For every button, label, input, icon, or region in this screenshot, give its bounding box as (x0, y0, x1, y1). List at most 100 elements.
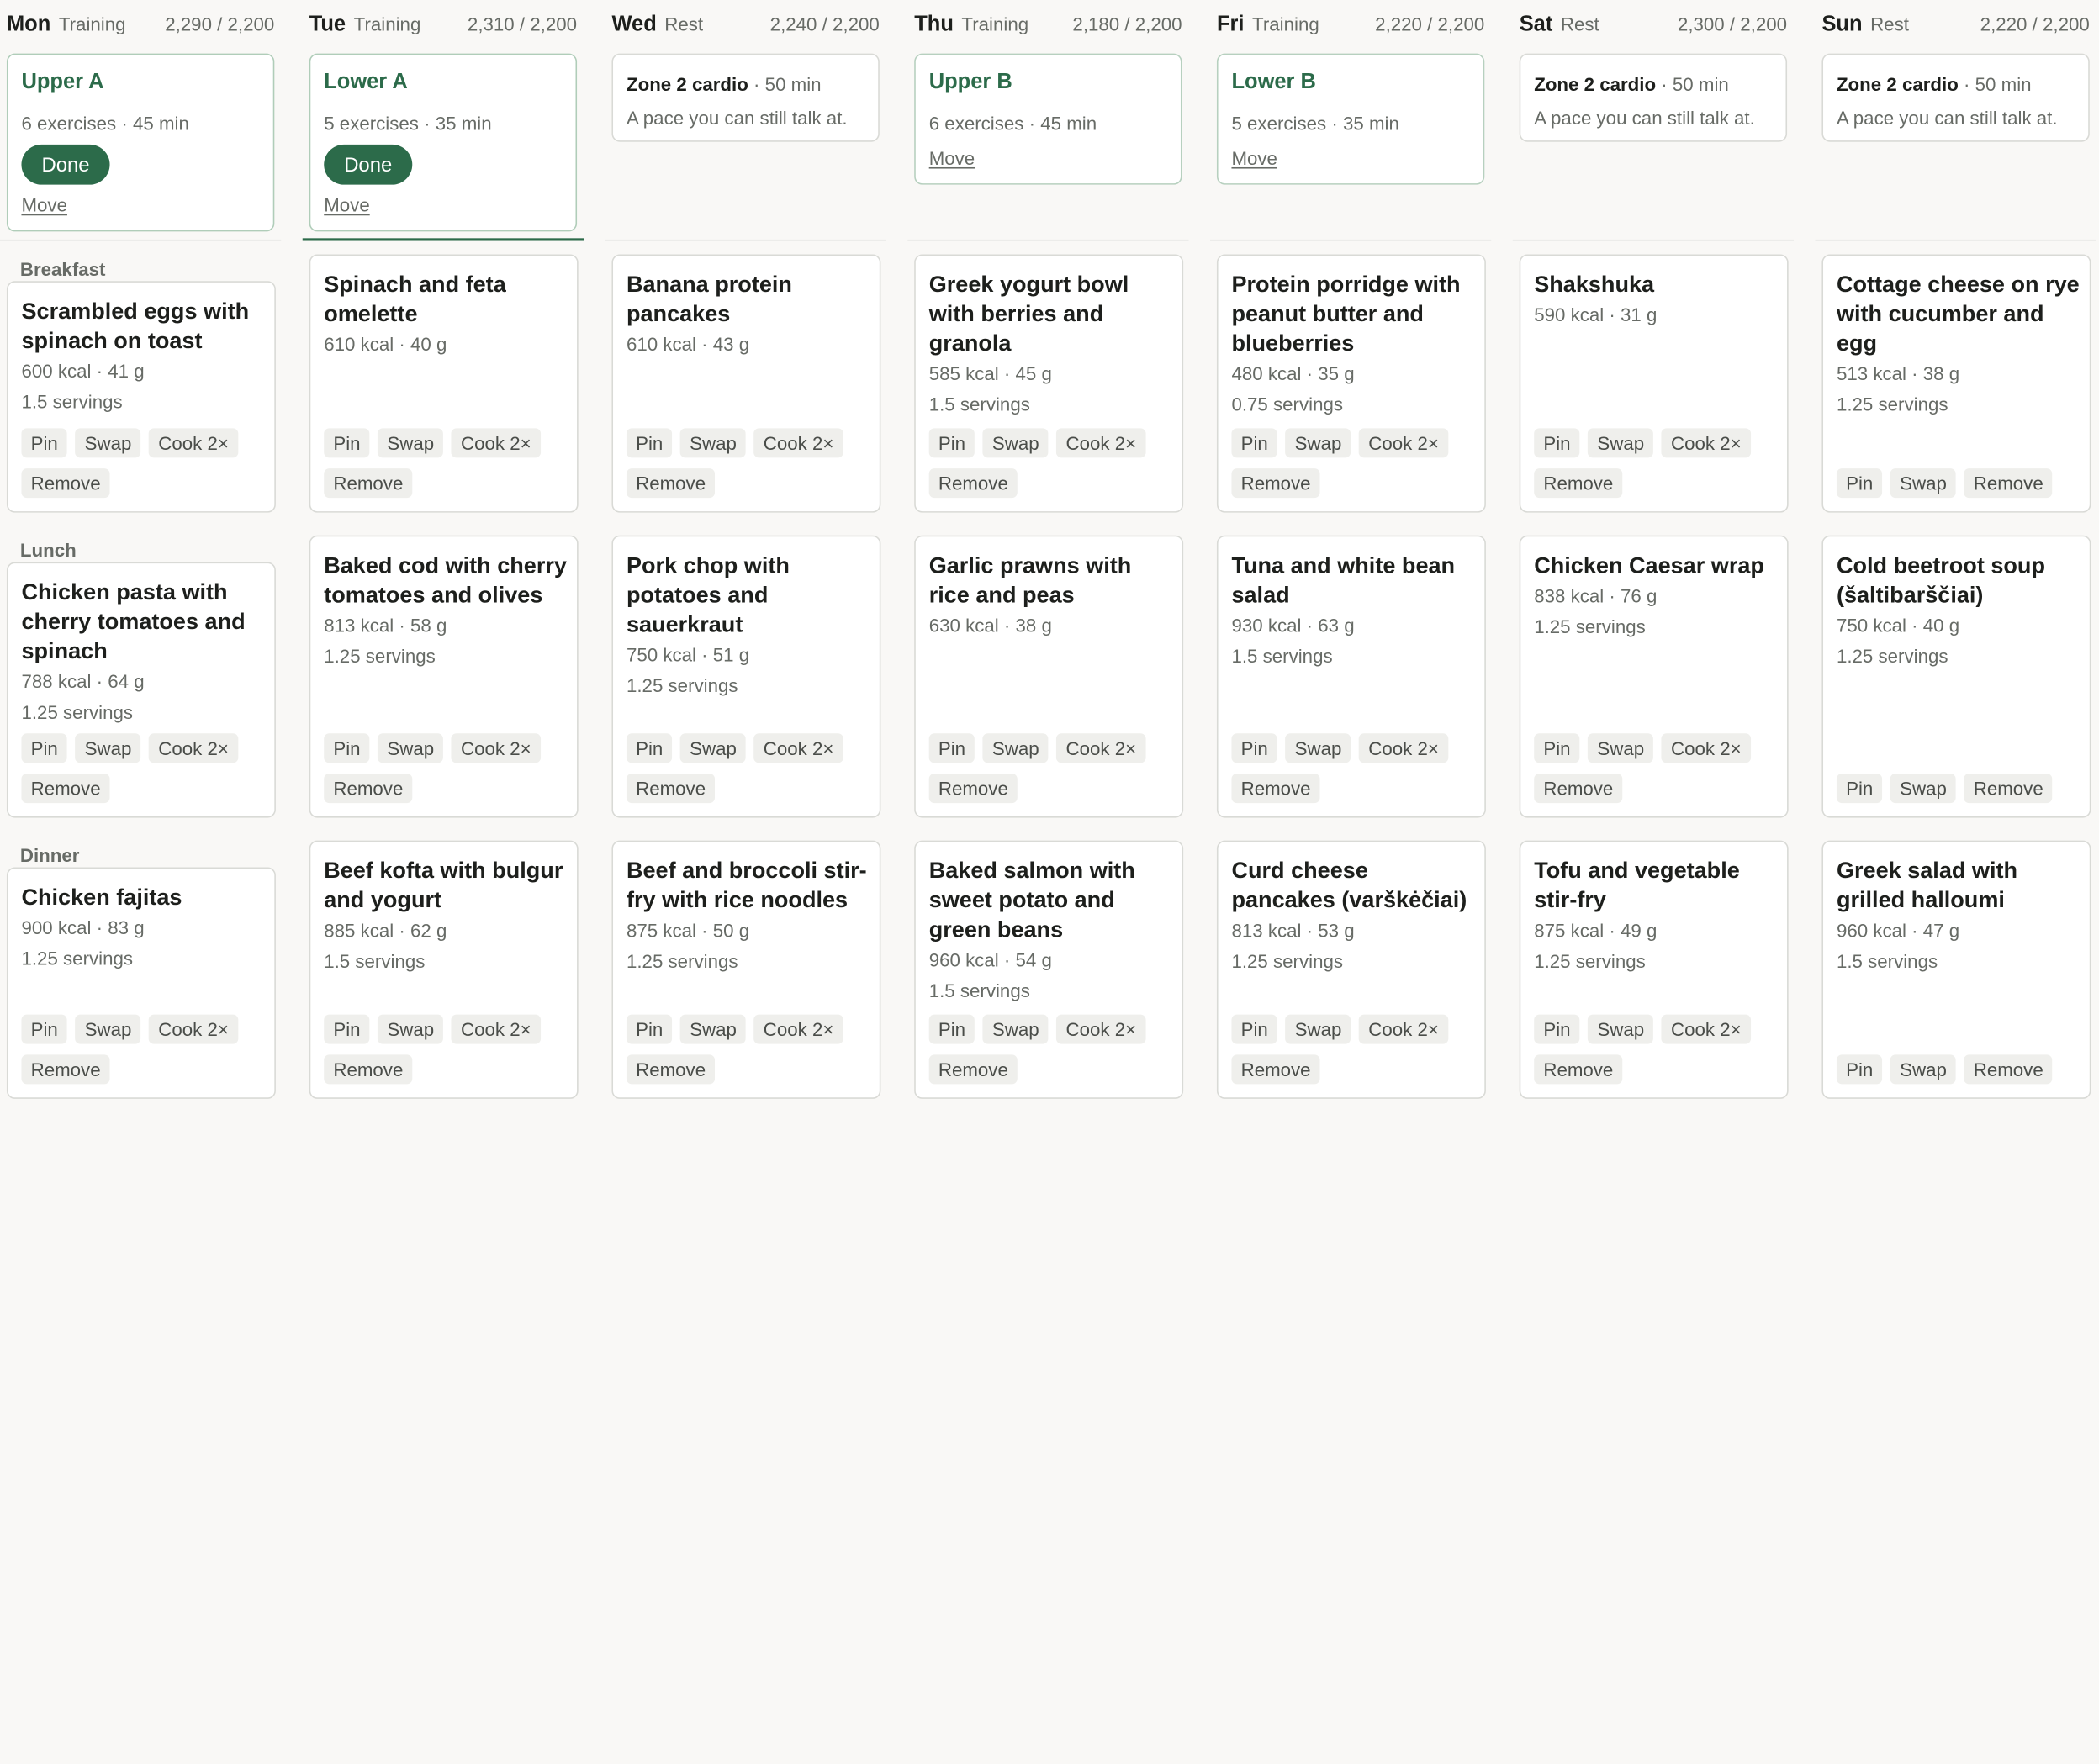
pin-button[interactable]: Pin (626, 733, 673, 763)
meal-card[interactable]: Garlic prawns with rice and peas 630 kcal… (914, 535, 1184, 818)
cardio-card[interactable]: Zone 2 cardio · 50 min A pace you can sti… (1519, 53, 1788, 142)
remove-button[interactable]: Remove (928, 774, 1018, 804)
cook-2x-button[interactable]: Cook 2× (1359, 428, 1449, 458)
swap-button[interactable]: Swap (982, 733, 1049, 763)
cook-2x-button[interactable]: Cook 2× (149, 733, 239, 763)
pin-button[interactable]: Pin (324, 428, 370, 458)
remove-button[interactable]: Remove (21, 1054, 110, 1085)
meal-card[interactable]: Tuna and white bean salad 930 kcal · 63 g… (1216, 535, 1486, 818)
swap-button[interactable]: Swap (75, 1014, 141, 1044)
pin-button[interactable]: Pin (928, 1014, 975, 1044)
pin-button[interactable]: Pin (626, 1014, 673, 1044)
swap-button[interactable]: Swap (378, 733, 444, 763)
meal-card[interactable]: Beef and broccoli stir-fry with rice noo… (611, 840, 881, 1099)
swap-button[interactable]: Swap (1588, 1014, 1654, 1044)
pin-button[interactable]: Pin (1836, 1054, 1883, 1085)
move-link[interactable]: Move (21, 194, 66, 215)
remove-button[interactable]: Remove (324, 468, 413, 499)
done-button[interactable]: Done (324, 144, 413, 185)
meal-card[interactable]: Chicken Caesar wrap 838 kcal · 76 g 1.25 s… (1519, 535, 1789, 818)
pin-button[interactable]: Pin (21, 1014, 67, 1044)
workout-card[interactable]: Upper A 6 exercises · 45 min Done Move (6, 53, 275, 232)
swap-button[interactable]: Swap (982, 1014, 1049, 1044)
cook-2x-button[interactable]: Cook 2× (149, 428, 239, 458)
pin-button[interactable]: Pin (1534, 428, 1580, 458)
cook-2x-button[interactable]: Cook 2× (1056, 428, 1146, 458)
pin-button[interactable]: Pin (1231, 733, 1277, 763)
remove-button[interactable]: Remove (626, 774, 716, 804)
cook-2x-button[interactable]: Cook 2× (149, 1014, 239, 1044)
swap-button[interactable]: Swap (1285, 1014, 1351, 1044)
swap-button[interactable]: Swap (75, 428, 141, 458)
cook-2x-button[interactable]: Cook 2× (753, 1014, 843, 1044)
workout-card[interactable]: Upper B 6 exercises · 45 min Move (914, 53, 1182, 185)
remove-button[interactable]: Remove (626, 468, 716, 499)
pin-button[interactable]: Pin (928, 733, 975, 763)
swap-button[interactable]: Swap (1890, 468, 1957, 499)
remove-button[interactable]: Remove (21, 774, 110, 804)
remove-button[interactable]: Remove (1231, 468, 1320, 499)
meal-card[interactable]: Shakshuka 590 kcal · 31 g Pin Swap Cook 2× Re… (1519, 254, 1789, 513)
swap-button[interactable]: Swap (1890, 774, 1957, 804)
pin-button[interactable]: Pin (1836, 774, 1883, 804)
workout-card[interactable]: Lower A 5 exercises · 35 min Done Move (309, 53, 578, 232)
pin-button[interactable]: Pin (1231, 1014, 1277, 1044)
remove-button[interactable]: Remove (324, 1054, 413, 1085)
cook-2x-button[interactable]: Cook 2× (753, 428, 843, 458)
remove-button[interactable]: Remove (21, 468, 110, 499)
pin-button[interactable]: Pin (324, 1014, 370, 1044)
meal-card[interactable]: Chicken fajitas 900 kcal · 83 g 1.25 servi… (6, 867, 276, 1099)
swap-button[interactable]: Swap (1588, 428, 1654, 458)
cook-2x-button[interactable]: Cook 2× (451, 1014, 541, 1044)
move-link[interactable]: Move (929, 147, 975, 168)
meal-card[interactable]: Baked salmon with sweet potato and green… (914, 840, 1184, 1099)
remove-button[interactable]: Remove (928, 1054, 1018, 1085)
meal-card[interactable]: Banana protein pancakes 610 kcal · 43 g Pi… (611, 254, 881, 513)
swap-button[interactable]: Swap (378, 1014, 444, 1044)
swap-button[interactable]: Swap (1285, 733, 1351, 763)
pin-button[interactable]: Pin (21, 733, 67, 763)
swap-button[interactable]: Swap (1588, 733, 1654, 763)
meal-card[interactable]: Beef kofta with bulgur and yogurt 885 kca… (309, 840, 579, 1099)
swap-button[interactable]: Swap (1285, 428, 1351, 458)
cook-2x-button[interactable]: Cook 2× (1056, 733, 1146, 763)
pin-button[interactable]: Pin (1534, 733, 1580, 763)
pin-button[interactable]: Pin (928, 428, 975, 458)
remove-button[interactable]: Remove (324, 774, 413, 804)
meal-card[interactable]: Cold beetroot soup (šaltibarščiai) 750 kc… (1821, 535, 2091, 818)
pin-button[interactable]: Pin (626, 428, 673, 458)
meal-card[interactable]: Tofu and vegetable stir-fry 875 kcal · 49… (1519, 840, 1789, 1099)
remove-button[interactable]: Remove (1534, 1054, 1623, 1085)
workout-card[interactable]: Lower B 5 exercises · 35 min Move (1216, 53, 1485, 185)
meal-card[interactable]: Pork chop with potatoes and sauerkraut 75… (611, 535, 881, 818)
cook-2x-button[interactable]: Cook 2× (753, 733, 843, 763)
remove-button[interactable]: Remove (626, 1054, 716, 1085)
remove-button[interactable]: Remove (1964, 774, 2053, 804)
meal-card[interactable]: Greek salad with grilled halloumi 960 kca… (1821, 840, 2091, 1099)
meal-card[interactable]: Greek yogurt bowl with berries and grano… (914, 254, 1184, 513)
remove-button[interactable]: Remove (1231, 1054, 1320, 1085)
cook-2x-button[interactable]: Cook 2× (451, 733, 541, 763)
pin-button[interactable]: Pin (1836, 468, 1883, 499)
swap-button[interactable]: Swap (75, 733, 141, 763)
meal-card[interactable]: Scrambled eggs with spinach on toast 600 … (6, 281, 276, 513)
swap-button[interactable]: Swap (680, 1014, 747, 1044)
remove-button[interactable]: Remove (1964, 468, 2053, 499)
pin-button[interactable]: Pin (1231, 428, 1277, 458)
meal-card[interactable]: Protein porridge with peanut butter and … (1216, 254, 1486, 513)
remove-button[interactable]: Remove (928, 468, 1018, 499)
swap-button[interactable]: Swap (680, 428, 747, 458)
swap-button[interactable]: Swap (378, 428, 444, 458)
cardio-card[interactable]: Zone 2 cardio · 50 min A pace you can sti… (1821, 53, 2090, 142)
move-link[interactable]: Move (324, 194, 369, 215)
cook-2x-button[interactable]: Cook 2× (1056, 1014, 1146, 1044)
meal-card[interactable]: Spinach and feta omelette 610 kcal · 40 g… (309, 254, 579, 513)
cook-2x-button[interactable]: Cook 2× (1359, 1014, 1449, 1044)
pin-button[interactable]: Pin (21, 428, 67, 458)
pin-button[interactable]: Pin (1534, 1014, 1580, 1044)
swap-button[interactable]: Swap (1890, 1054, 1957, 1085)
remove-button[interactable]: Remove (1964, 1054, 2053, 1085)
swap-button[interactable]: Swap (982, 428, 1049, 458)
meal-card[interactable]: Chicken pasta with cherry tomatoes and s… (6, 562, 276, 818)
cook-2x-button[interactable]: Cook 2× (1661, 1014, 1751, 1044)
